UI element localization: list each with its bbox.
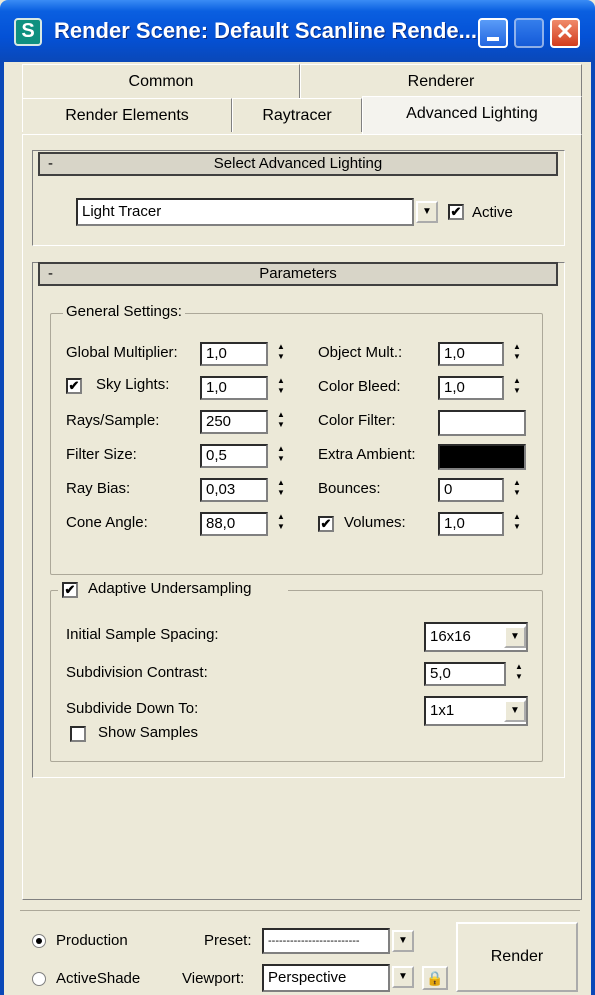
preset-value: -------------------------	[268, 935, 360, 947]
cone-angle-field[interactable]: 88,0	[200, 512, 268, 536]
chevron-down-icon[interactable]: ▼	[504, 626, 526, 648]
rays-sample-label: Rays/Sample:	[66, 412, 160, 429]
rays-sample-spinner[interactable]: ▲ ▼	[274, 410, 288, 434]
cone-angle-label: Cone Angle:	[66, 514, 148, 531]
color-bleed-label: Color Bleed:	[318, 378, 401, 395]
filter-size-label: Filter Size:	[66, 446, 137, 463]
rollout-title: Parameters	[259, 265, 337, 282]
window-frame-left	[0, 62, 4, 995]
minimize-button[interactable]	[478, 18, 508, 48]
object-mult-field[interactable]: 1,0	[438, 342, 504, 366]
ray-bias-field[interactable]: 0,03	[200, 478, 268, 502]
activeshade-radio[interactable]	[32, 972, 46, 986]
tab-advanced-lighting[interactable]: Advanced Lighting	[362, 96, 582, 134]
ray-bias-spinner[interactable]: ▲ ▼	[274, 478, 288, 502]
general-settings-title: General Settings:	[63, 303, 185, 320]
chevron-down-icon[interactable]: ▼	[416, 201, 438, 223]
global-multiplier-field[interactable]: 1,0	[200, 342, 268, 366]
maximize-button	[514, 18, 544, 48]
show-samples-checkbox[interactable]	[70, 726, 86, 742]
sky-lights-spinner[interactable]: ▲ ▼	[274, 376, 288, 400]
color-filter-swatch[interactable]	[438, 410, 526, 436]
bounces-spinner[interactable]: ▲ ▼	[510, 478, 524, 502]
preset-select[interactable]: -------------------------	[262, 928, 390, 954]
volumes-label: Volumes:	[344, 514, 406, 531]
show-samples-label: Show Samples	[98, 724, 199, 741]
subdivision-contrast-spinner[interactable]: ▲ ▼	[512, 662, 526, 686]
adaptive-undersampling-checkbox[interactable]: ✔	[62, 582, 78, 598]
global-multiplier-spinner[interactable]: ▲ ▼	[274, 342, 288, 366]
lock-icon[interactable]: 🔒	[422, 966, 448, 990]
volumes-checkbox[interactable]: ✔	[318, 516, 334, 532]
active-label: Active	[472, 204, 513, 221]
volumes-field[interactable]: 1,0	[438, 512, 504, 536]
subdivision-contrast-field[interactable]: 5,0	[424, 662, 506, 686]
activeshade-label: ActiveShade	[56, 970, 141, 987]
rollout-title: Select Advanced Lighting	[213, 155, 383, 172]
adaptive-undersampling-label: Adaptive Undersampling	[88, 580, 252, 597]
volumes-spinner[interactable]: ▲ ▼	[510, 512, 524, 536]
lighting-plugin-value: Light Tracer	[82, 203, 162, 220]
rays-sample-field[interactable]: 250	[200, 410, 268, 434]
window-title: Render Scene: Default Scanline Rende...	[54, 18, 478, 43]
color-filter-label: Color Filter:	[318, 412, 396, 429]
subdivide-down-value: 1x1	[430, 702, 455, 719]
tab-render-elements[interactable]: Render Elements	[22, 98, 232, 132]
bounces-field[interactable]: 0	[438, 478, 504, 502]
collapse-icon: -	[48, 265, 53, 282]
tab-common[interactable]: Common	[22, 64, 300, 98]
subdivision-contrast-label: Subdivision Contrast:	[66, 664, 208, 681]
tab-renderer[interactable]: Renderer	[300, 64, 582, 98]
production-label: Production	[56, 932, 128, 949]
viewport-select[interactable]: Perspective	[262, 964, 390, 992]
lighting-plugin-select[interactable]: Light Tracer	[76, 198, 414, 226]
close-button[interactable]: ✕	[550, 18, 580, 48]
parameters-rollout-header[interactable]: - Parameters	[38, 262, 558, 286]
production-radio[interactable]	[32, 934, 46, 948]
extra-ambient-label: Extra Ambient:	[318, 446, 416, 463]
app-icon: S	[14, 18, 42, 46]
initial-spacing-value: 16x16	[430, 628, 471, 645]
active-checkbox[interactable]: ✔	[448, 204, 464, 220]
window-frame-right	[591, 62, 595, 995]
object-mult-spinner[interactable]: ▲ ▼	[510, 342, 524, 366]
cone-angle-spinner[interactable]: ▲ ▼	[274, 512, 288, 536]
select-lighting-rollout-header[interactable]: - Select Advanced Lighting	[38, 152, 558, 176]
collapse-icon: -	[48, 155, 53, 172]
viewport-value: Perspective	[268, 969, 347, 986]
initial-spacing-label: Initial Sample Spacing:	[66, 626, 219, 643]
ray-bias-label: Ray Bias:	[66, 480, 131, 497]
color-bleed-field[interactable]: 1,0	[438, 376, 504, 400]
chevron-down-icon[interactable]: ▼	[392, 966, 414, 988]
global-multiplier-label: Global Multiplier:	[66, 344, 178, 361]
chevron-down-icon[interactable]: ▼	[392, 930, 414, 952]
color-bleed-spinner[interactable]: ▲ ▼	[510, 376, 524, 400]
sky-lights-checkbox[interactable]: ✔	[66, 378, 82, 394]
sky-lights-label: Sky Lights:	[96, 376, 170, 393]
filter-size-spinner[interactable]: ▲ ▼	[274, 444, 288, 468]
footer-divider	[20, 910, 580, 911]
preset-label: Preset:	[204, 932, 252, 949]
tab-raytracer[interactable]: Raytracer	[232, 98, 362, 132]
chevron-down-icon[interactable]: ▼	[504, 700, 526, 722]
extra-ambient-swatch[interactable]	[438, 444, 526, 470]
render-button[interactable]: Render	[456, 922, 578, 992]
sky-lights-field[interactable]: 1,0	[200, 376, 268, 400]
filter-size-field[interactable]: 0,5	[200, 444, 268, 468]
viewport-label: Viewport:	[182, 970, 245, 987]
bounces-label: Bounces:	[318, 480, 381, 497]
object-mult-label: Object Mult.:	[318, 344, 403, 361]
subdivide-down-label: Subdivide Down To:	[66, 700, 199, 717]
